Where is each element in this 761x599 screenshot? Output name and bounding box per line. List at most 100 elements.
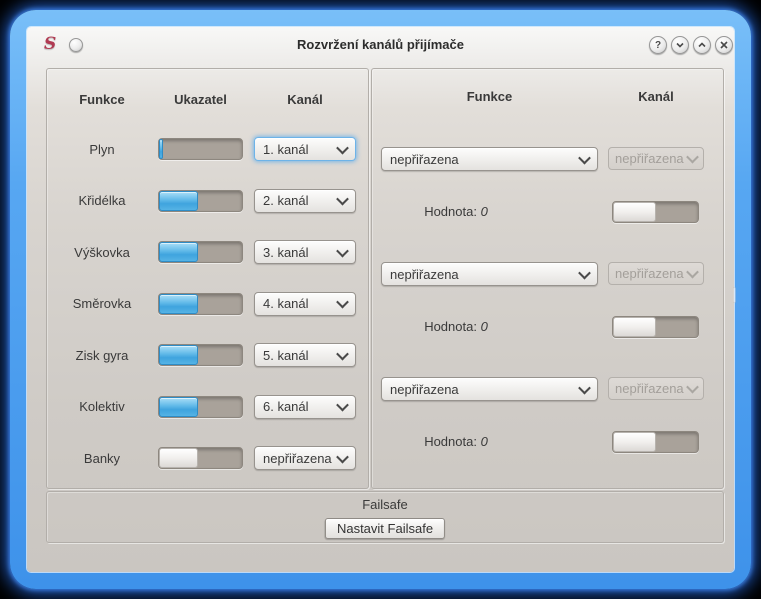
function-row: Křidélka 2. kanál — [47, 188, 366, 214]
chevron-down-icon — [336, 141, 349, 154]
titlebar[interactable]: S Rozvržení kanálů přijímače ? — [27, 27, 734, 63]
help-button[interactable]: ? — [649, 36, 667, 54]
value-indicator-bar — [612, 201, 699, 223]
function-row: Plyn 1. kanál — [47, 136, 366, 162]
aux-function-value: nepřiřazena — [390, 266, 459, 282]
aux-function-group: nepřiřazena nepřiřazena Hodnota: 0 — [372, 147, 723, 227]
function-row: Směrovka 4. kanál — [47, 291, 366, 317]
channel-select-value: 2. kanál — [263, 193, 309, 208]
aux-channel-select: nepřiřazena — [608, 377, 704, 400]
channel-select-value: 4. kanál — [263, 296, 309, 311]
aux-channel-value: nepřiřazena — [615, 381, 684, 396]
aux-channel-value: nepřiřazena — [615, 266, 684, 281]
channel-indicator-bar — [158, 138, 243, 160]
channel-indicator-bar — [158, 447, 243, 469]
aux-functions-panel: Funkce Kanál nepřiřazena nepřiřazena Hodno… — [371, 68, 724, 489]
function-label: Banky — [83, 450, 121, 466]
aux-function-value: nepřiřazena — [390, 151, 459, 167]
header-funkce: Funkce — [79, 91, 125, 107]
close-icon — [720, 41, 728, 49]
function-row: Výškovka 3. kanál — [47, 239, 366, 265]
function-label: Zisk gyra — [75, 347, 129, 363]
chevron-down-icon — [336, 347, 349, 360]
failsafe-panel: Failsafe Nastavit Failsafe — [46, 491, 724, 543]
function-label: Směrovka — [72, 296, 132, 311]
function-label: Výškovka — [74, 244, 130, 260]
channel-select[interactable]: 2. kanál — [254, 188, 356, 213]
aux-function-select[interactable]: nepřiřazena — [381, 377, 598, 401]
header-kanal: Kanál — [638, 89, 674, 104]
chevron-down-icon — [578, 151, 591, 164]
channel-indicator-bar — [158, 395, 243, 418]
value-caption: Hodnota: — [424, 319, 477, 334]
right-panel-header-row: Funkce Kanál — [372, 89, 723, 115]
value-indicator-bar — [612, 316, 699, 338]
channel-indicator-bar — [158, 292, 243, 315]
chevron-down-icon — [686, 265, 699, 279]
function-row: Zisk gyra 5. kanál — [47, 342, 366, 368]
chevron-down-icon — [686, 380, 699, 394]
value-number: 0 — [480, 434, 488, 449]
chevron-down-icon — [676, 42, 684, 48]
chevron-down-icon — [336, 244, 349, 257]
chevron-down-icon — [336, 192, 349, 206]
failsafe-label: Failsafe — [362, 497, 408, 512]
left-panel-header-row: Funkce Ukazatel Kanál — [47, 86, 366, 112]
aux-function-select[interactable]: nepřiřazena — [381, 147, 598, 171]
chevron-down-icon — [336, 398, 349, 412]
channel-select[interactable]: nepřiřazena — [254, 446, 356, 470]
aux-function-group: nepřiřazena nepřiřazena Hodnota: 0 — [372, 377, 723, 457]
set-failsafe-button[interactable]: Nastavit Failsafe — [324, 518, 446, 539]
channel-mapping-panel: Funkce Ukazatel Kanál Plyn 1. kanál Křidél… — [46, 68, 369, 489]
window-glow-frame: S Rozvržení kanálů přijímače ? Funkce Uk… — [10, 10, 751, 589]
channel-select[interactable]: 4. kanál — [254, 291, 356, 316]
channel-indicator-bar — [158, 344, 243, 366]
chevron-down-icon — [336, 295, 349, 309]
header-kanal: Kanál — [287, 91, 323, 107]
value-number: 0 — [480, 204, 488, 219]
value-caption: Hodnota: — [424, 434, 477, 449]
window-title: Rozvržení kanálů přijímače — [297, 37, 464, 52]
aux-channel-select: nepřiřazena — [608, 147, 704, 170]
channel-select-value: nepřiřazena — [263, 450, 332, 466]
value-caption: Hodnota: — [424, 204, 477, 219]
aux-function-group: nepřiřazena nepřiřazena Hodnota: 0 — [372, 262, 723, 342]
channel-select-value: 5. kanál — [263, 347, 309, 363]
chevron-down-icon — [686, 150, 699, 164]
chevron-down-icon — [336, 450, 349, 463]
desktop-background: S Rozvržení kanálů přijímače ? Funkce Uk… — [0, 0, 761, 599]
maximize-button[interactable] — [693, 36, 711, 54]
channel-select[interactable]: 5. kanál — [254, 343, 356, 367]
value-label: Hodnota: 0 — [381, 319, 531, 334]
value-label: Hodnota: 0 — [381, 204, 531, 219]
function-label: Křidélka — [78, 193, 126, 208]
channel-select-value: 6. kanál — [263, 399, 309, 414]
aux-channel-value: nepřiřazena — [615, 151, 684, 166]
channel-indicator-bar — [158, 241, 243, 263]
resize-grip[interactable] — [733, 287, 736, 303]
aux-function-value: nepřiřazena — [390, 381, 459, 397]
function-label: Kolektiv — [79, 399, 125, 414]
function-label: Plyn — [89, 141, 115, 157]
function-row: Kolektiv 6. kanál — [47, 394, 366, 420]
aux-channel-select: nepřiřazena — [608, 262, 704, 285]
channel-select[interactable]: 6. kanál — [254, 394, 356, 419]
function-row: Banky nepřiřazena — [47, 445, 366, 471]
value-indicator-bar — [612, 431, 699, 453]
header-ukazatel: Ukazatel — [174, 91, 227, 107]
channel-select[interactable]: 1. kanál — [254, 137, 356, 161]
chevron-down-icon — [578, 381, 591, 394]
close-button[interactable] — [715, 36, 733, 54]
app-window: S Rozvržení kanálů přijímače ? Funkce Uk… — [27, 27, 736, 572]
channel-select-value: 1. kanál — [263, 141, 309, 157]
aux-function-select[interactable]: nepřiřazena — [381, 262, 598, 286]
minimize-button[interactable] — [671, 36, 689, 54]
channel-select-value: 3. kanál — [263, 244, 309, 260]
chevron-down-icon — [578, 266, 591, 279]
value-label: Hodnota: 0 — [381, 434, 531, 449]
value-number: 0 — [480, 319, 488, 334]
chevron-up-icon — [698, 42, 706, 48]
channel-indicator-bar — [158, 189, 243, 212]
header-funkce: Funkce — [466, 89, 513, 104]
channel-select[interactable]: 3. kanál — [254, 240, 356, 264]
